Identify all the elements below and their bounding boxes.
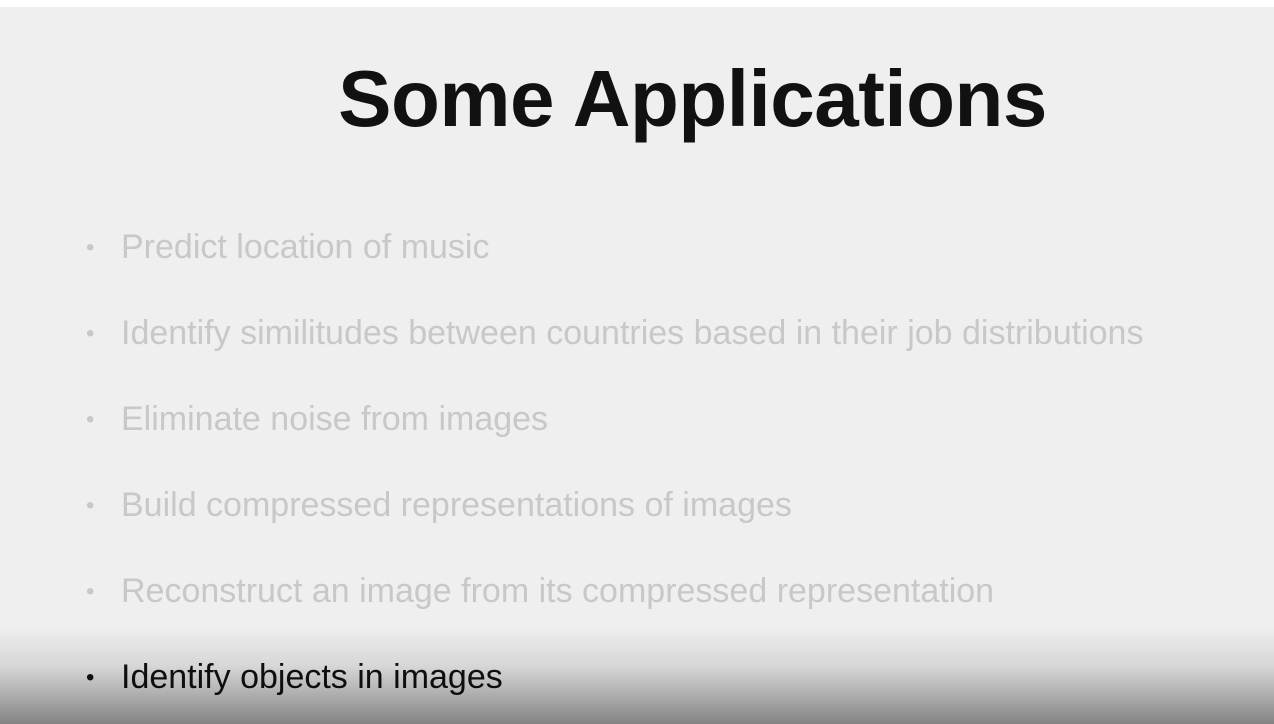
bullet-item-predict-music: • Predict location of music (86, 227, 490, 268)
bullet-item-reconstruct-image: • Reconstruct an image from its compresse… (86, 571, 994, 612)
bullet-marker: • (86, 492, 95, 519)
bullet-item-eliminate-noise: • Eliminate noise from images (86, 399, 548, 440)
bullet-marker: • (86, 234, 95, 261)
bullet-text: Identify objects in images (121, 658, 503, 696)
bullet-text: Predict location of music (121, 228, 490, 266)
bullet-marker: • (86, 664, 95, 691)
bullet-item-country-similitudes: • Identify similitudes between countries … (86, 313, 1143, 354)
slide: Some Applications • Predict location of m… (0, 7, 1274, 724)
slide-title: Some Applications (338, 54, 1047, 143)
bullet-text: Eliminate noise from images (121, 400, 549, 438)
bullet-item-identify-objects: • Identify objects in images (86, 657, 503, 698)
bullet-marker: • (86, 320, 95, 347)
bullet-item-compressed-representations: • Build compressed representations of ima… (86, 485, 792, 526)
bullet-marker: • (86, 578, 95, 605)
bullet-text: Reconstruct an image from its compressed… (121, 572, 995, 610)
bullet-text: Identify similitudes between countries b… (121, 314, 1144, 352)
bullet-marker: • (86, 406, 95, 433)
bullet-text: Build compressed representations of imag… (121, 486, 792, 524)
